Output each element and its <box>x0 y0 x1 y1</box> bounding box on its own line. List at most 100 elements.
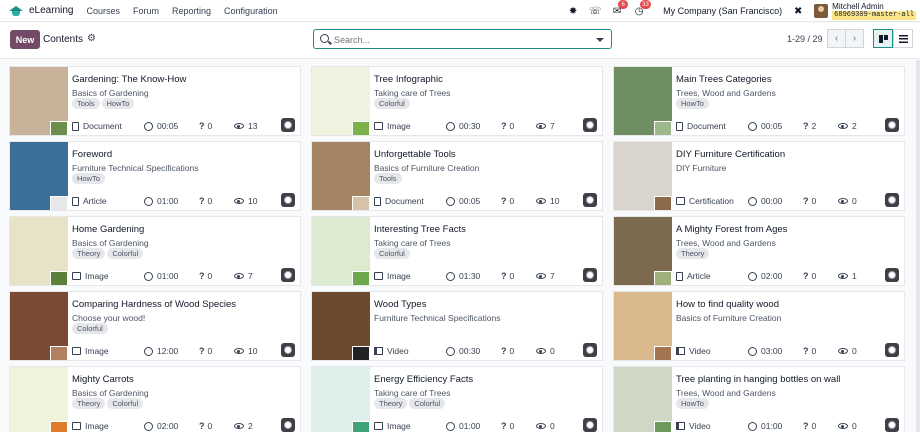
chat-icon[interactable]: ✉ 6 <box>611 0 629 17</box>
search-input[interactable] <box>334 33 584 46</box>
published-toggle-icon[interactable] <box>885 268 899 282</box>
content-card[interactable]: Mighty Carrots Basics of Gardening Theor… <box>9 366 301 432</box>
tag-badge: Colorful <box>72 323 108 334</box>
clock-icon <box>144 421 153 431</box>
kanban-view-button[interactable] <box>873 29 893 48</box>
content-type: Certification <box>676 196 734 206</box>
content-title: Energy Efficiency Facts <box>374 374 474 385</box>
tag-badge: Tools <box>374 173 402 184</box>
question-icon: ? <box>501 121 507 131</box>
question-icon: ? <box>803 346 809 356</box>
published-toggle-icon[interactable] <box>583 343 597 357</box>
published-toggle-icon[interactable] <box>583 193 597 207</box>
published-toggle-icon[interactable] <box>583 418 597 432</box>
content-mini-thumbnail <box>654 421 672 432</box>
clock-icon <box>144 196 153 206</box>
content-course: Basics of Furniture Creation <box>676 313 782 323</box>
published-toggle-icon[interactable] <box>885 418 899 432</box>
tag-list: Theory Colorful <box>72 398 145 409</box>
published-toggle-icon[interactable] <box>885 193 899 207</box>
phone-icon[interactable]: ☏ <box>589 5 602 17</box>
menu-configuration[interactable]: Configuration <box>224 6 278 16</box>
published-toggle-icon[interactable] <box>885 343 899 357</box>
content-thumbnail <box>10 292 68 360</box>
search-options-caret-icon[interactable] <box>596 38 604 42</box>
menu-reporting[interactable]: Reporting <box>172 6 211 16</box>
content-card[interactable]: How to find quality wood Basics of Furni… <box>613 291 905 361</box>
content-card[interactable]: Foreword Furniture Technical Specificati… <box>9 141 301 211</box>
tag-badge: HowTo <box>101 98 135 109</box>
content-mini-thumbnail <box>50 421 68 432</box>
content-views: 2 <box>838 121 857 131</box>
content-questions: ? 0 <box>803 196 816 206</box>
views-value: 0 <box>550 421 555 431</box>
list-view-button[interactable] <box>893 29 913 48</box>
questions-value: 0 <box>811 196 817 206</box>
views-value: 13 <box>248 121 258 131</box>
content-thumbnail <box>312 292 370 360</box>
content-card[interactable]: Wood Types Furniture Technical Specifica… <box>311 291 603 361</box>
content-course: Basics of Gardening <box>72 88 149 98</box>
content-mini-thumbnail <box>50 346 68 360</box>
content-duration: 00:05 <box>446 196 480 206</box>
new-button[interactable]: New <box>10 30 40 49</box>
published-toggle-icon[interactable] <box>583 118 597 132</box>
eye-icon <box>838 123 848 129</box>
eye-icon <box>234 123 244 129</box>
duration-value: 03:00 <box>761 346 783 356</box>
published-toggle-icon[interactable] <box>583 268 597 282</box>
views-value: 10 <box>248 196 258 206</box>
menu-forum[interactable]: Forum <box>133 6 159 16</box>
tag-list: HowTo <box>72 173 107 184</box>
content-views: 13 <box>234 121 257 131</box>
eye-icon <box>838 423 848 429</box>
app-name[interactable]: eLearning <box>29 5 73 16</box>
pager-previous-button[interactable]: ‹ <box>827 29 846 48</box>
pager-value[interactable]: 1-29 / 29 <box>787 34 823 44</box>
content-type-label: Image <box>387 421 411 431</box>
content-type: Document <box>72 121 122 131</box>
content-thumbnail <box>614 367 672 432</box>
gear-icon[interactable]: ⚙ <box>87 33 96 44</box>
question-icon: ? <box>501 346 507 356</box>
activity-icon[interactable]: ◷ 33 <box>633 0 651 17</box>
content-card[interactable]: Interesting Tree Facts Taking care of Tr… <box>311 216 603 286</box>
pager-next-button[interactable]: › <box>845 29 864 48</box>
published-toggle-icon[interactable] <box>885 118 899 132</box>
content-card[interactable]: Energy Efficiency Facts Taking care of T… <box>311 366 603 432</box>
content-card[interactable]: Home Gardening Basics of Gardening Theor… <box>9 216 301 286</box>
content-type: Video <box>676 346 711 356</box>
scrollbar[interactable] <box>916 60 920 432</box>
avatar[interactable] <box>814 4 829 18</box>
content-course: Taking care of Trees <box>374 388 451 398</box>
bug-icon[interactable]: ✸ <box>567 5 579 17</box>
content-card[interactable]: Tree planting in hanging bottles on wall… <box>613 366 905 432</box>
company-switcher[interactable]: My Company (San Francisco) <box>663 6 782 16</box>
questions-value: 2 <box>811 121 817 131</box>
content-card[interactable]: DIY Furniture Certification DIY Furnitur… <box>613 141 905 211</box>
content-type: Document <box>676 121 726 131</box>
content-card[interactable]: Gardening: The Know-How Basics of Garden… <box>9 66 301 136</box>
content-thumbnail <box>312 367 370 432</box>
published-toggle-icon[interactable] <box>281 118 295 132</box>
content-card[interactable]: Unforgettable Tools Basics of Furniture … <box>311 141 603 211</box>
question-icon: ? <box>501 271 507 281</box>
content-card[interactable]: A Mighty Forest from Ages Trees, Wood an… <box>613 216 905 286</box>
content-card[interactable]: Tree Infographic Taking care of Trees Co… <box>311 66 603 136</box>
published-toggle-icon[interactable] <box>281 268 295 282</box>
menu-courses[interactable]: Courses <box>86 6 120 16</box>
elearning-logo-icon[interactable] <box>9 4 23 18</box>
clock-icon <box>144 271 153 281</box>
clock-icon <box>748 121 757 131</box>
published-toggle-icon[interactable] <box>281 193 295 207</box>
tag-list: Theory <box>676 248 711 259</box>
published-toggle-icon[interactable] <box>281 418 295 432</box>
question-icon: ? <box>803 421 809 431</box>
content-card[interactable]: Main Trees Categories Trees, Wood and Ga… <box>613 66 905 136</box>
published-toggle-icon[interactable] <box>281 343 295 357</box>
user-menu[interactable]: Mitchell Admin 68969309-master-all <box>832 2 916 20</box>
tools-icon[interactable]: ✖ <box>792 5 804 17</box>
content-card[interactable]: Comparing Hardness of Wood Species Choos… <box>9 291 301 361</box>
clock-icon <box>446 421 455 431</box>
content-questions: ? 0 <box>803 271 816 281</box>
